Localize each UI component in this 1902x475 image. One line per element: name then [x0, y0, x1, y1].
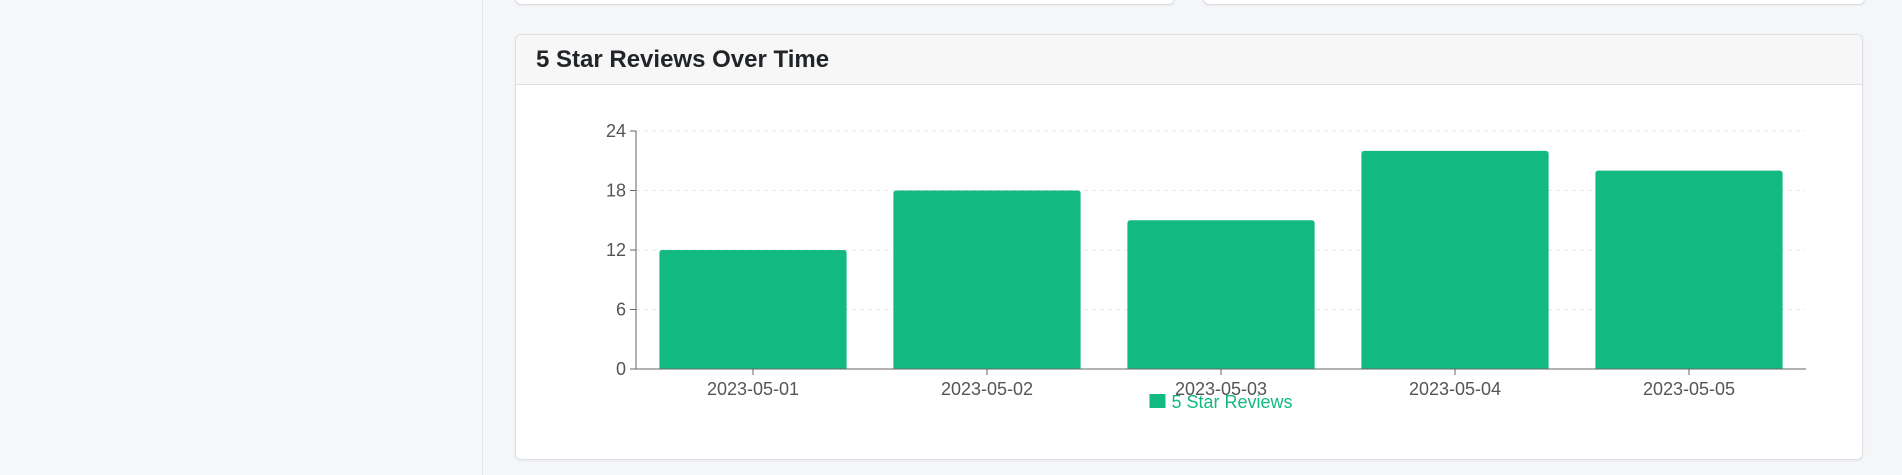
y-tick-label: 18 — [606, 181, 626, 201]
bar — [659, 250, 847, 369]
bar — [1361, 150, 1549, 369]
x-tick-label: 2023-05-05 — [1643, 379, 1735, 399]
card-header: 5 Star Reviews Over Time — [516, 35, 1862, 85]
bar — [893, 190, 1081, 369]
y-tick-label: 6 — [616, 300, 626, 320]
legend-swatch — [1149, 394, 1166, 408]
sidebar — [0, 0, 483, 475]
y-tick-label: 12 — [606, 240, 626, 260]
y-tick-label: 24 — [606, 121, 626, 141]
bar-chart: 061218242023-05-01 2023-05-02 2023-05-03 20… — [606, 121, 1806, 412]
x-tick-label: 2023-05-02 — [941, 379, 1033, 399]
chart-container: 0 6 12 18 24 2023-05-01 2023-05-02 2023-05-03 20… — [516, 85, 1862, 459]
y-tick-label: 0 — [616, 359, 626, 379]
x-tick-label: 2023-05-04 — [1409, 379, 1501, 399]
five-star-reviews-card: 5 Star Reviews Over Time 0 6 12 18 24 2023-05… — [515, 34, 1863, 460]
x-tick-label: 2023-05-01 — [707, 379, 799, 399]
legend-label: 5 Star Reviews — [1171, 392, 1292, 412]
bar — [1595, 170, 1783, 369]
card-top-left — [515, 0, 1175, 5]
card-title: 5 Star Reviews Over Time — [536, 45, 830, 73]
bar — [1127, 220, 1315, 369]
card-top-right — [1203, 0, 1865, 5]
